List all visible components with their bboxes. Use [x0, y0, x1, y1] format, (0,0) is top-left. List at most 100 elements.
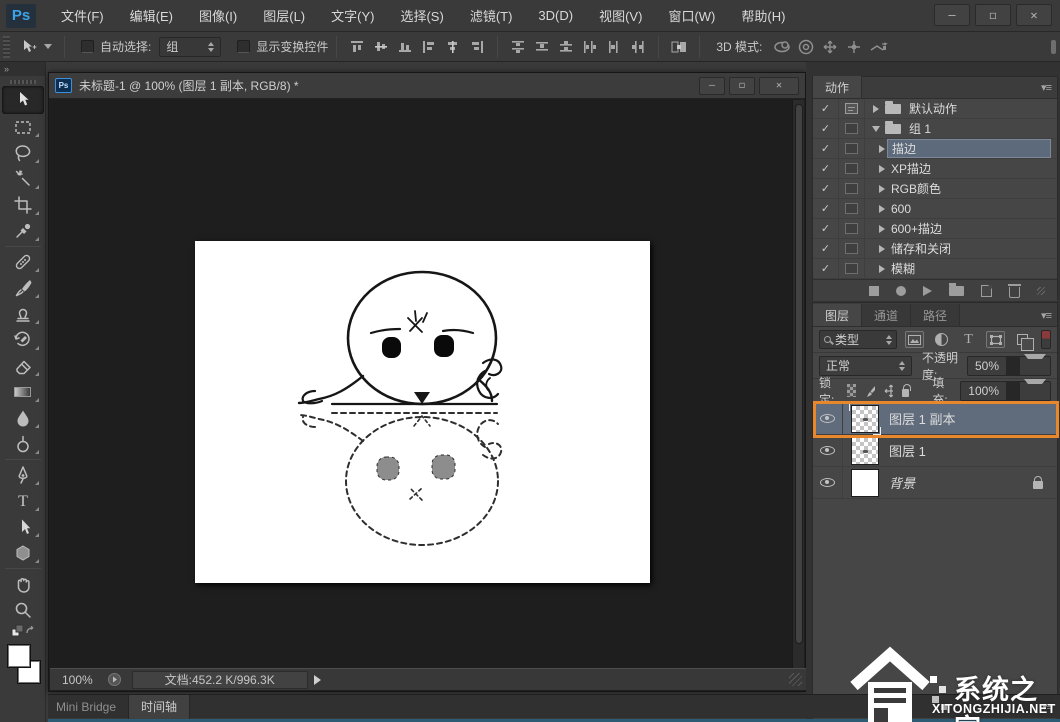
doc-close-button[interactable]: ✕	[759, 77, 799, 95]
tab-mini-bridge[interactable]: Mini Bridge	[48, 700, 128, 714]
action-row-default-actions[interactable]: 默认动作	[813, 99, 1057, 119]
menu-edit[interactable]: 编辑(E)	[117, 0, 186, 32]
tool-brush[interactable]	[3, 275, 43, 301]
3d-drag-icon[interactable]	[818, 36, 842, 58]
layer-visibility-toggle[interactable]	[813, 403, 843, 434]
layers-panel-menu-icon[interactable]: ▾≡	[1041, 309, 1051, 322]
tab-timeline[interactable]: 时间轴	[128, 695, 190, 719]
status-menu-arrow[interactable]	[314, 675, 321, 685]
layer-row-1[interactable]: 图层 1	[813, 435, 1057, 467]
action-row-group-1[interactable]: 组 1	[813, 119, 1057, 139]
action-row-stroke[interactable]: 描边	[813, 139, 1057, 159]
action-row-blur[interactable]: 模糊	[813, 259, 1057, 279]
layer-name[interactable]: 图层 1 副本	[889, 409, 955, 428]
tab-actions[interactable]: 动作	[813, 76, 862, 98]
layer-row-background[interactable]: 背景	[813, 467, 1057, 499]
action-row-xp-stroke[interactable]: XP描边	[813, 159, 1057, 179]
auto-select-dropdown[interactable]: 组	[159, 37, 221, 57]
filter-pixel-layers-icon[interactable]	[905, 331, 924, 348]
expand-arrow-icon[interactable]	[879, 245, 885, 253]
3d-rotate-icon[interactable]	[770, 36, 794, 58]
doc-maximize-button[interactable]: ◻	[729, 77, 755, 95]
pasteboard[interactable]	[50, 100, 794, 670]
document-info-field[interactable]: 文档:452.2 K/996.3K	[132, 671, 308, 689]
align-top-edges-icon[interactable]	[345, 36, 369, 58]
filter-type-layers-icon[interactable]: T	[959, 331, 978, 348]
lock-transparent-pixels-icon[interactable]	[847, 384, 856, 397]
filter-on-off-toggle[interactable]	[1041, 330, 1051, 349]
vertical-scrollbar[interactable]	[792, 100, 804, 670]
3d-slide-icon[interactable]	[842, 36, 866, 58]
align-right-edges-icon[interactable]	[465, 36, 489, 58]
action-enabled-check-icon[interactable]	[813, 219, 839, 238]
distribute-bottom-edges-icon[interactable]	[554, 36, 578, 58]
document-title-bar[interactable]: Ps 未标题-1 @ 100% (图层 1 副本, RGB/8) * — ◻ ✕	[49, 73, 805, 99]
menu-layer[interactable]: 图层(L)	[250, 0, 318, 32]
lock-position-icon[interactable]	[884, 384, 894, 398]
auto-align-layers-icon[interactable]	[667, 36, 691, 58]
expand-arrow-icon[interactable]	[879, 265, 885, 273]
tool-eraser[interactable]	[3, 353, 43, 379]
layer-thumbnail[interactable]	[851, 405, 879, 433]
tool-pen[interactable]	[3, 462, 43, 488]
tool-magic-wand[interactable]	[3, 166, 43, 192]
filter-adjustment-layers-icon[interactable]	[932, 331, 951, 348]
distribute-top-edges-icon[interactable]	[506, 36, 530, 58]
filter-type-dropdown[interactable]: 类型	[819, 330, 897, 349]
align-left-edges-icon[interactable]	[417, 36, 441, 58]
action-dialog-toggle[interactable]	[839, 179, 865, 198]
layer-name[interactable]: 图层 1	[889, 441, 926, 460]
app-maximize-button[interactable]: ◻	[975, 4, 1011, 26]
menu-select[interactable]: 选择(S)	[387, 0, 456, 32]
tool-dodge[interactable]	[3, 431, 43, 457]
options-grip[interactable]	[3, 36, 10, 58]
action-row-600[interactable]: 600	[813, 199, 1057, 219]
expand-arrow-icon[interactable]	[879, 205, 885, 213]
tool-history-brush[interactable]	[3, 327, 43, 353]
layer-name[interactable]: 背景	[889, 473, 915, 492]
action-enabled-check-icon[interactable]	[813, 179, 839, 198]
menu-help[interactable]: 帮助(H)	[728, 0, 798, 32]
action-enabled-check-icon[interactable]	[813, 139, 839, 158]
window-resize-grip[interactable]	[789, 673, 802, 686]
tool-clone-stamp[interactable]	[3, 301, 43, 327]
menu-view[interactable]: 视图(V)	[586, 0, 655, 32]
doc-minimize-button[interactable]: —	[699, 77, 725, 95]
expand-arrow-icon[interactable]	[879, 165, 885, 173]
tool-zoom[interactable]	[3, 597, 43, 623]
new-action-button[interactable]	[981, 285, 992, 297]
action-enabled-check-icon[interactable]	[813, 259, 839, 278]
tab-paths[interactable]: 路径	[911, 304, 960, 326]
tool-eyedropper[interactable]	[3, 218, 43, 244]
show-transform-checkbox[interactable]	[237, 40, 250, 53]
align-vertical-centers-icon[interactable]	[369, 36, 393, 58]
zoom-level[interactable]: 100%	[62, 673, 93, 687]
menu-file[interactable]: 文件(F)	[48, 0, 117, 32]
tool-rectangular-marquee[interactable]	[3, 114, 43, 140]
action-enabled-check-icon[interactable]	[813, 239, 839, 258]
stop-recording-button[interactable]	[869, 286, 879, 296]
layer-row-copy[interactable]: 图层 1 副本	[813, 403, 1057, 435]
expand-arrow-icon[interactable]	[879, 185, 885, 193]
expand-arrow-icon[interactable]	[873, 105, 879, 113]
action-enabled-check-icon[interactable]	[813, 199, 839, 218]
tool-hand[interactable]	[3, 571, 43, 597]
action-dialog-toggle[interactable]	[839, 259, 865, 278]
tool-type[interactable]: T	[3, 488, 43, 514]
new-action-set-button[interactable]	[949, 286, 964, 296]
actions-panel-menu-icon[interactable]: ▾≡	[1041, 81, 1051, 94]
tools-collapse-button[interactable]: »	[0, 62, 45, 76]
swap-colors-icon[interactable]	[3, 623, 43, 639]
menu-filter[interactable]: 滤镜(T)	[457, 0, 526, 32]
app-close-button[interactable]: ✕	[1016, 4, 1052, 26]
collapse-arrow-icon[interactable]	[872, 126, 880, 132]
layer-visibility-toggle[interactable]	[813, 467, 843, 498]
action-row-rgb-color[interactable]: RGB颜色	[813, 179, 1057, 199]
tab-channels[interactable]: 通道	[862, 304, 911, 326]
opacity-field[interactable]: 50%	[967, 356, 1051, 376]
tool-blur[interactable]	[3, 405, 43, 431]
action-dialog-toggle[interactable]	[839, 219, 865, 238]
action-enabled-check-icon[interactable]	[813, 119, 839, 138]
action-dialog-toggle[interactable]	[839, 119, 865, 138]
canvas[interactable]	[195, 241, 650, 583]
